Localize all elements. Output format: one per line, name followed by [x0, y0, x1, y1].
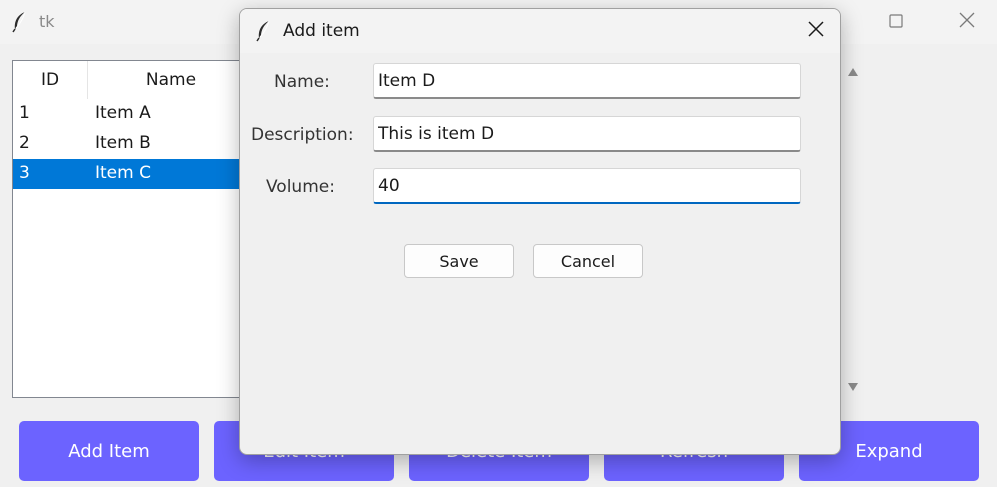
- maximize-button[interactable]: [873, 0, 919, 44]
- name-label: Name:: [274, 72, 330, 92]
- cell-name: Item B: [95, 133, 151, 153]
- description-label: Description:: [251, 125, 354, 145]
- cancel-button[interactable]: Cancel: [533, 244, 643, 278]
- close-icon: [808, 21, 824, 41]
- add-item-dialog: Add item Name: Description: Volume: Save…: [239, 8, 841, 455]
- column-header-name[interactable]: Name: [89, 61, 251, 99]
- feather-icon: [12, 11, 28, 37]
- items-treeview[interactable]: ID Name 1 Item A 2 Item B 3 Item C: [12, 60, 252, 398]
- window-title: tk: [39, 12, 55, 31]
- dialog-titlebar: Add item: [240, 9, 840, 53]
- description-field[interactable]: [373, 116, 801, 152]
- cell-id: 3: [19, 163, 30, 183]
- add-item-button[interactable]: Add Item: [19, 421, 199, 481]
- save-button[interactable]: Save: [404, 244, 514, 278]
- cell-id: 1: [19, 103, 30, 123]
- volume-label: Volume:: [266, 177, 335, 197]
- tree-header: ID Name: [13, 61, 251, 99]
- table-row[interactable]: 1 Item A: [13, 99, 251, 129]
- cell-id: 2: [19, 133, 30, 153]
- scroll-down-button[interactable]: [845, 379, 861, 393]
- dialog-title: Add item: [283, 21, 360, 41]
- scroll-up-button[interactable]: [845, 64, 861, 78]
- cell-name: Item C: [95, 163, 151, 183]
- table-row-selected[interactable]: 3 Item C: [13, 159, 251, 189]
- volume-field[interactable]: [373, 168, 801, 204]
- close-icon: [959, 12, 975, 32]
- column-header-id[interactable]: ID: [13, 61, 88, 99]
- dialog-close-button[interactable]: [793, 9, 839, 53]
- name-field[interactable]: [373, 63, 801, 99]
- maximize-icon: [889, 13, 903, 32]
- arrow-up-icon: [847, 62, 859, 81]
- cell-name: Item A: [95, 103, 151, 123]
- window-close-button[interactable]: [944, 0, 990, 44]
- table-row[interactable]: 2 Item B: [13, 129, 251, 159]
- arrow-down-icon: [847, 377, 859, 396]
- feather-icon: [256, 20, 272, 46]
